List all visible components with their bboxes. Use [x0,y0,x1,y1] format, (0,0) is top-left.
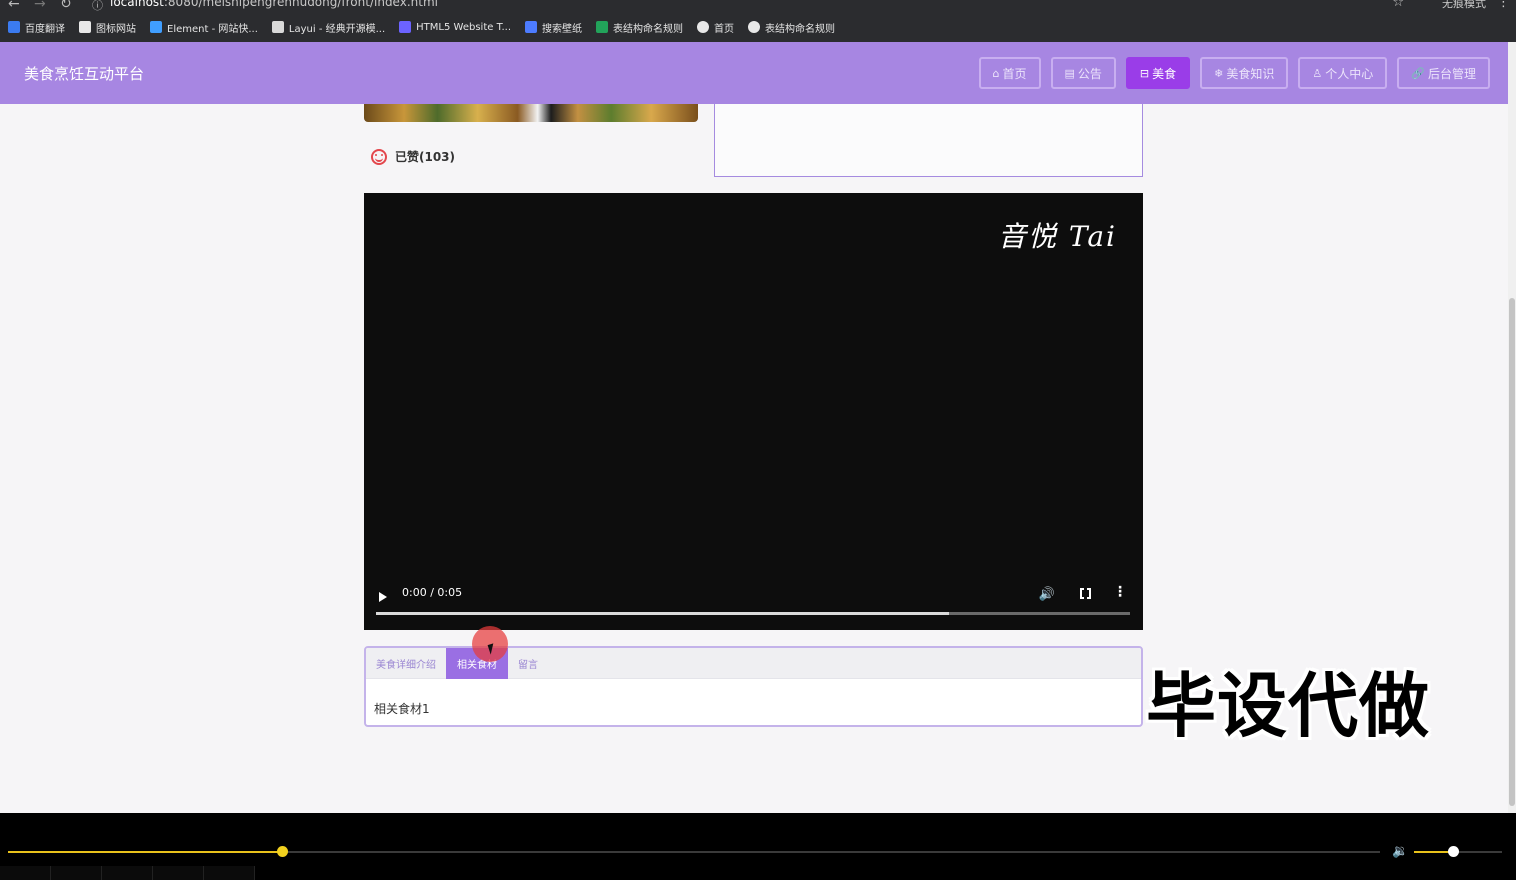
player-tab[interactable] [204,866,255,880]
nav-label: 美食知识 [1226,66,1275,81]
layui-icon [271,21,284,33]
video-watermark: 音悦 Tai [997,220,1117,253]
url-text[interactable]: localhost:8080/meishipengrenhudong/front… [110,0,438,9]
seek-handle[interactable] [277,846,289,857]
forward-icon[interactable]: → [34,0,46,12]
globe-icon [748,21,761,33]
player-volume-icon[interactable]: 🔉 [1392,844,1408,859]
nav-button-3[interactable]: ⊟ 美食 [1125,57,1191,89]
player-tab[interactable] [102,866,153,880]
video-buffered-fill [376,612,950,615]
browser-chrome: ← → ↻ ⓘ localhost:8080/meishipengrenhudo… [0,0,1516,42]
bookmark-label: 百度翻译 [25,23,65,35]
html5-icon [399,21,412,33]
profile-label[interactable]: 无痕模式 [1442,0,1486,11]
nav-label: 首页 [1002,66,1027,81]
bookmark-item[interactable]: Element - 网站快... [150,20,258,35]
video-time: 0:00 / 0:05 [402,586,463,599]
tab-content: 相关食材1 [374,702,430,716]
play-icon[interactable] [379,592,387,602]
detail-tab[interactable]: 美食详细介绍 [366,648,446,679]
bookmark-label: Element - 网站快... [167,23,258,35]
element-icon [150,21,162,33]
nav-button-2[interactable]: ▤ 公告 [1050,57,1116,89]
bookmark-item[interactable]: HTML5 Website T... [399,21,511,33]
player-tab[interactable] [51,866,102,880]
bookmark-item[interactable]: 表结构命名规则 [596,20,683,35]
food-info-panel [714,104,1143,177]
url-host: localhost [110,0,164,9]
bookmark-item[interactable]: 表结构命名规则 [748,20,835,35]
back-icon[interactable]: ← [8,0,20,12]
star-icon[interactable]: ☆ [1392,0,1404,10]
bookmark-label: 搜索壁纸 [542,23,583,35]
player-tab[interactable] [0,866,51,880]
bookmark-item[interactable]: Layui - 经典开源模... [271,20,386,35]
wallpaper-icon [525,21,538,33]
browser-menu-icon[interactable]: ⋮ [1497,0,1510,10]
like-button[interactable]: 已赞(103) [371,148,455,165]
nav-label: 个人中心 [1325,66,1374,81]
nav-label: 公告 [1077,66,1102,81]
overlay-caption: 毕设代做 [1146,665,1430,747]
site-title[interactable]: 美食烹饪互动平台 [24,63,144,84]
seek-fill [8,851,283,853]
bookmark-item[interactable]: 搜索壁纸 [525,20,582,35]
player-tab-strip [0,866,1516,880]
bookmark-item[interactable]: 首页 [697,20,734,35]
flag-icon [79,21,91,33]
player-tab[interactable] [153,866,204,880]
globe-icon [697,21,710,33]
seek-track[interactable] [8,851,1380,853]
smile-icon [371,148,387,165]
player-volume-fill [1414,851,1453,853]
address-bar[interactable]: ← → ↻ ⓘ localhost:8080/meishipengrenhudo… [0,0,1516,12]
bookmark-label: 表结构命名规则 [613,23,684,35]
bookmark-label: 表结构命名规则 [765,23,836,35]
video-progress-bar[interactable] [376,612,1130,615]
food-icon: ⊟ [1139,66,1150,80]
media-player-bar: 🔉 [0,813,1516,880]
reload-icon[interactable]: ↻ [60,0,72,12]
food-image [364,104,698,122]
main-nav: ⌂ 首页 ▤ 公告 ⊟ 美食 ❄ 美食知识 ♙ 个人中心 🔗 后台管理 [978,57,1490,89]
info-icon[interactable]: ⓘ [92,0,103,12]
translate-icon [8,21,20,33]
notice-icon: ▤ [1064,66,1075,80]
volume-icon[interactable]: 🔊 [1039,587,1055,602]
knowledge-icon: ❄ [1214,66,1224,80]
bookmark-item[interactable]: 百度翻译 [8,20,65,35]
bookmark-label: Layui - 经典开源模... [288,23,386,35]
bookmark-label: 首页 [714,23,735,35]
more-options-icon[interactable]: ⋮ [1113,584,1127,600]
nav-button-1[interactable]: ⌂ 首页 [978,57,1041,89]
nav-button-4[interactable]: ❄ 美食知识 [1200,57,1289,89]
nav-button-5[interactable]: ♙ 个人中心 [1298,57,1388,89]
bookmark-label: HTML5 Website T... [416,21,512,33]
nav-label: 美食 [1152,66,1177,81]
detail-tab[interactable]: 留言 [508,648,548,679]
nav-button-6[interactable]: 🔗 后台管理 [1397,57,1490,89]
link-icon: 🔗 [1411,66,1425,80]
home-icon: ⌂ [992,66,1000,80]
bookmark-item[interactable]: 图标网站 [79,20,136,35]
like-count: 已赞(103) [395,150,456,164]
url-path: :8080/meishipengrenhudong/front/index.ht… [163,0,438,9]
player-volume-handle[interactable] [1447,846,1459,857]
user-icon: ♙ [1312,66,1323,80]
app-header: 美食烹饪互动平台 ⌂ 首页 ▤ 公告 ⊟ 美食 ❄ 美食知识 ♙ 个人中心 🔗 后台管理 [0,42,1508,104]
fullscreen-icon[interactable] [1080,587,1091,600]
video-player[interactable]: 音悦 Tai 0:00 / 0:05 🔊 ⋮ [364,193,1143,630]
bookmark-label: 图标网站 [96,23,136,35]
page-scrollbar-thumb[interactable] [1509,298,1515,806]
nav-label: 后台管理 [1427,66,1476,81]
bookmarks-bar: 百度翻译 图标网站 Element - 网站快... Layui - 经典开源模...… [0,16,1516,38]
video-controls: 0:00 / 0:05 🔊 ⋮ [364,570,1143,630]
sheet-icon [596,21,609,33]
